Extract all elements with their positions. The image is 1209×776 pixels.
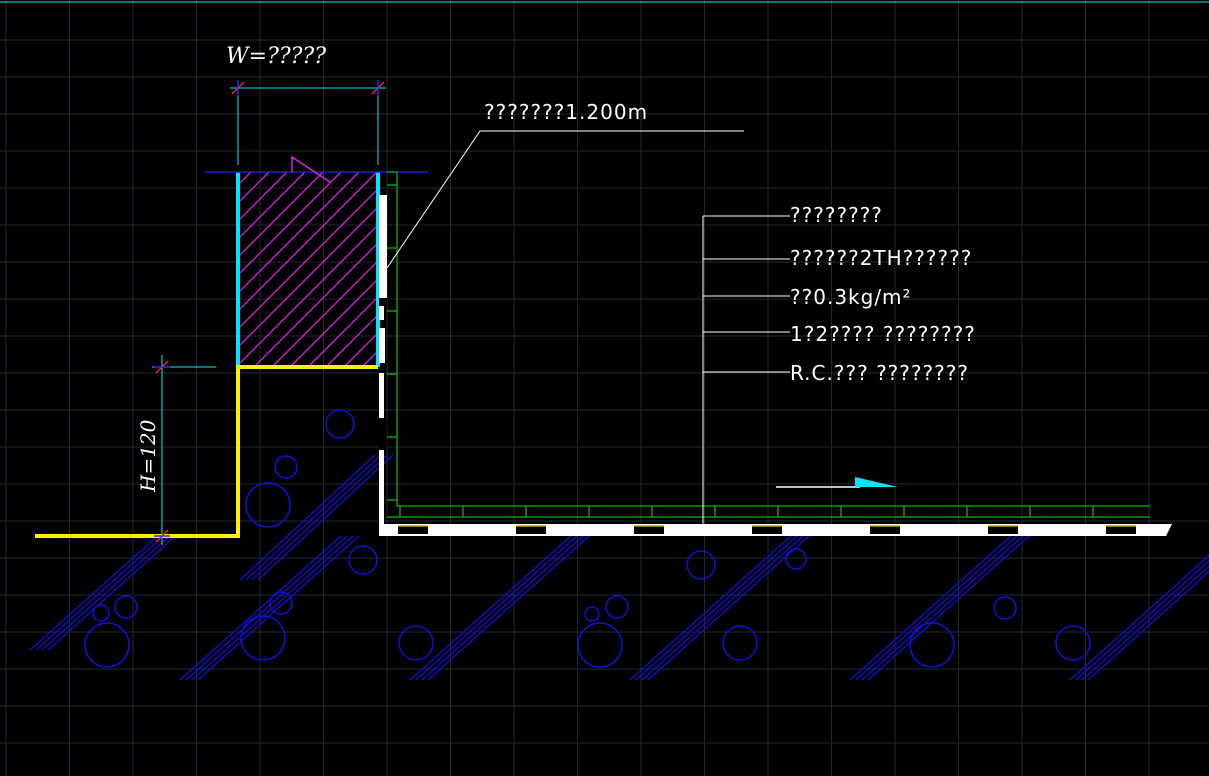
- waterproofing-detail-drawing: W=????? H=120 ???????1.200m ???????? ???…: [0, 0, 1209, 776]
- height-label: H=120: [136, 419, 160, 493]
- waterproof-membrane: [379, 195, 1172, 536]
- layer-note-4: 1?2???? ????????: [790, 322, 976, 346]
- coping-slope-mark: [291, 155, 331, 183]
- ground-pebbles: [84, 409, 1091, 668]
- width-dimension: [230, 80, 386, 165]
- slope-arrow-head: [855, 477, 898, 487]
- coping-leader-line: [386, 130, 744, 269]
- cad-drawing-canvas: W=????? H=120 ???????1.200m ???????? ???…: [0, 0, 1209, 776]
- layer-note-5: R.C.??? ????????: [790, 361, 969, 385]
- parapet-hatch: [238, 172, 378, 367]
- layer-note-2: ??????2TH??????: [790, 246, 972, 270]
- layer-note-3: ??0.3kg/m²: [790, 285, 912, 309]
- protection-layer-ticks: [387, 184, 1094, 517]
- width-label: W=?????: [226, 44, 326, 69]
- layer-note-1: ????????: [790, 203, 883, 227]
- coping-note: ???????1.200m: [484, 100, 648, 124]
- height-dimension: [152, 355, 216, 545]
- ground-hatch: [29, 536, 1209, 681]
